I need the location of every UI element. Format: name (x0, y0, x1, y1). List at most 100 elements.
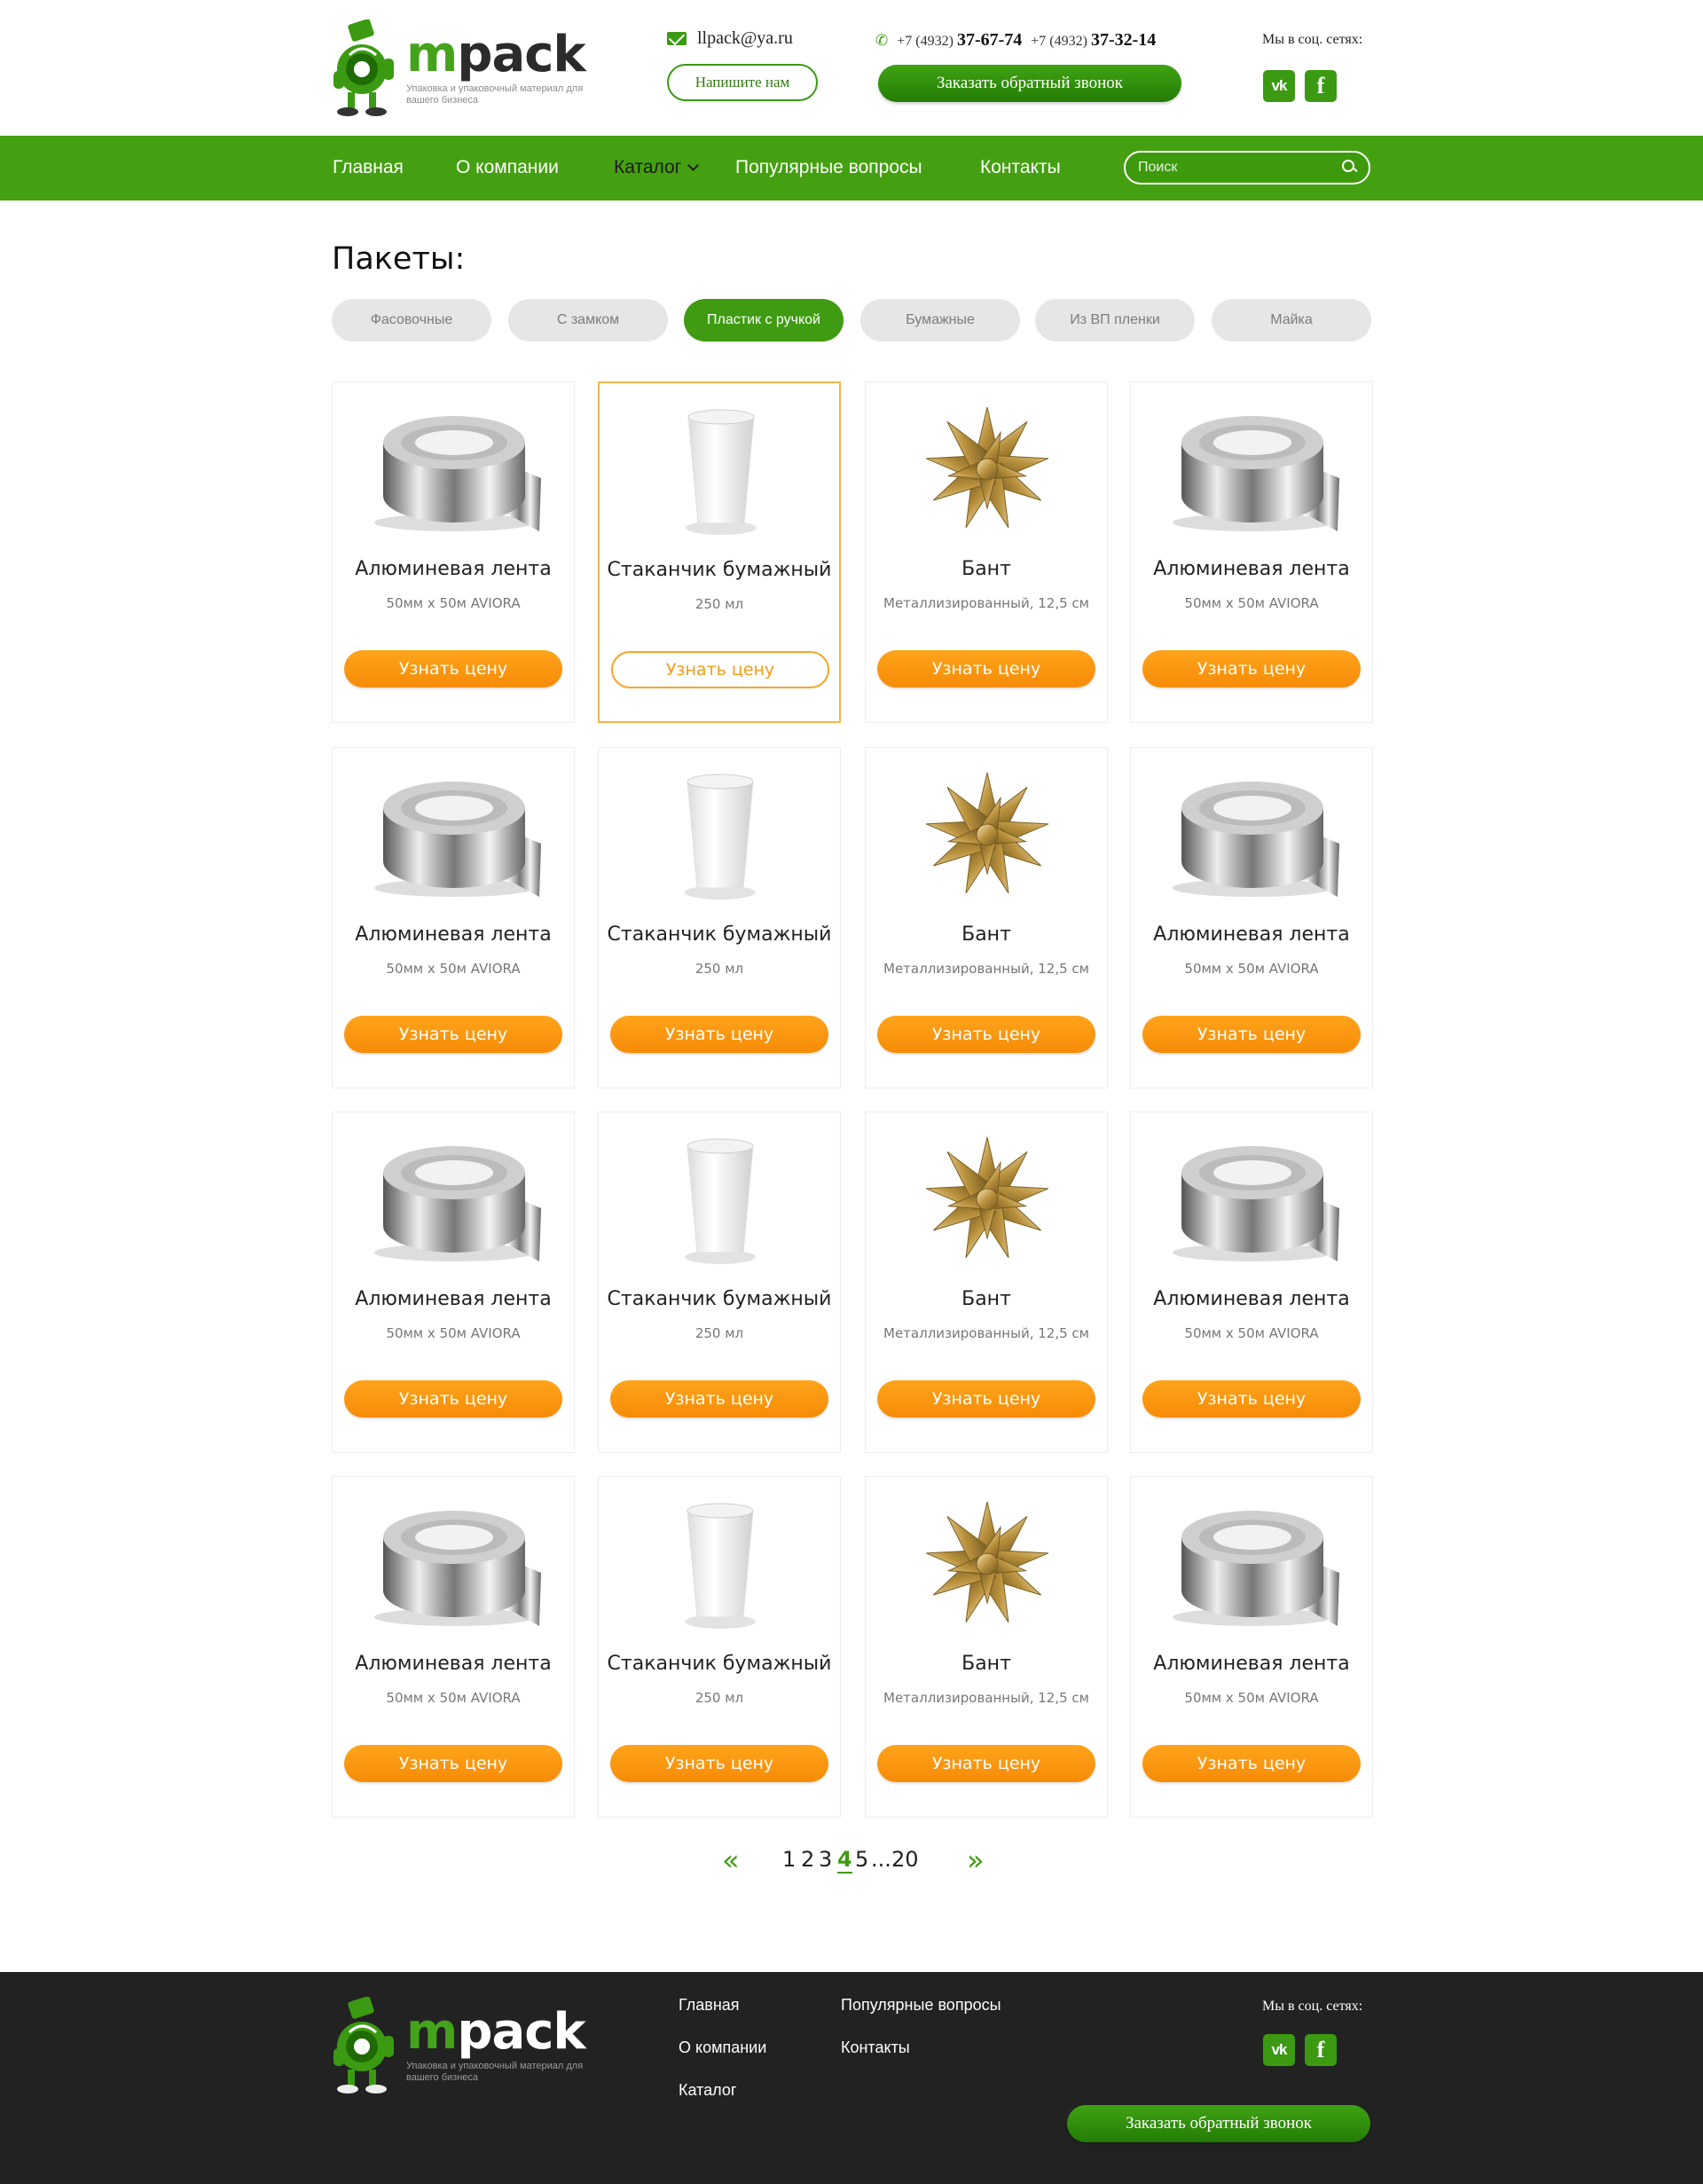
nav-item-faq[interactable]: Популярные вопросы (735, 157, 922, 178)
pagination: « 1 2 3 4 5 ... 20 » (0, 1843, 1703, 1879)
product-title[interactable]: Алюминевая лента (1131, 1288, 1372, 1310)
nav-item-about[interactable]: О компании (456, 157, 559, 178)
product-title[interactable]: Стаканчик бумажный (599, 1653, 840, 1675)
get-price-button[interactable]: Узнать цену (611, 651, 829, 688)
filter-chip[interactable]: С замком (508, 299, 668, 342)
prev-page-icon[interactable]: « (722, 1846, 740, 1874)
vk-icon[interactable]: vk (1263, 70, 1295, 102)
product-card[interactable]: Стаканчик бумажный 250 мл Узнать цену (598, 747, 841, 1088)
logo-tagline: Упаковка и упаковочный материал для ваше… (406, 2061, 584, 2083)
page-link[interactable]: 20 (891, 1847, 919, 1872)
filter-chip[interactable]: Майка (1212, 299, 1371, 342)
nav-item-catalog[interactable]: Каталог (614, 157, 700, 178)
email-link[interactable]: llpack@ya.ru (697, 28, 793, 49)
chevron-down-icon (687, 160, 700, 171)
get-price-button[interactable]: Узнать цену (1142, 1745, 1361, 1782)
nav-item-home[interactable]: Главная (333, 157, 404, 178)
footer-logo[interactable]: mpack Упаковка и упаковочный материал дл… (332, 1997, 586, 2094)
get-price-button[interactable]: Узнать цену (344, 1745, 562, 1782)
product-title[interactable]: Стаканчик бумажный (599, 1288, 840, 1310)
product-card[interactable]: Бант Металлизированный, 12,5 см Узнать цен… (865, 381, 1108, 723)
write-us-button[interactable]: Напишите нам (667, 64, 818, 101)
next-page-icon[interactable]: » (967, 1846, 985, 1874)
footer-callback-button[interactable]: Заказать обратный звонок (1067, 2105, 1370, 2142)
mail-icon (667, 32, 687, 45)
aluminum-tape-image (1164, 764, 1341, 906)
product-subtitle: 250 мл (695, 1325, 744, 1341)
product-card[interactable]: Бант Металлизированный, 12,5 см Узнать цен… (865, 747, 1108, 1088)
phone-1[interactable]: +7 (4932) 37-67-74 (897, 30, 1022, 51)
product-card[interactable]: Стаканчик бумажный 250 мл Узнать цену (598, 1112, 841, 1453)
footer-link-faq[interactable]: Популярные вопросы (841, 1996, 1001, 2015)
product-card[interactable]: Стаканчик бумажный 250 мл Узнать цену (598, 1476, 841, 1818)
product-card[interactable]: Алюминевая лента 50мм х 50м AVIORA Узнать … (1130, 1112, 1373, 1453)
footer-link-contacts[interactable]: Контакты (841, 2039, 910, 2057)
get-price-button[interactable]: Узнать цену (610, 1745, 828, 1782)
product-title[interactable]: Стаканчик бумажный (600, 559, 839, 581)
product-title[interactable]: Алюминевая лента (1131, 558, 1372, 580)
get-price-button[interactable]: Узнать цену (344, 1380, 562, 1418)
filter-chip[interactable]: Бумажные (860, 299, 1020, 342)
mascot-icon (334, 1997, 394, 2094)
product-title[interactable]: Алюминевая лента (333, 1288, 574, 1310)
product-title[interactable]: Бант (866, 1653, 1107, 1675)
get-price-button[interactable]: Узнать цену (344, 650, 562, 687)
get-price-button[interactable]: Узнать цену (877, 1016, 1095, 1053)
product-card[interactable]: Алюминевая лента 50мм х 50м AVIORA Узнать … (332, 381, 575, 723)
product-subtitle: 250 мл (695, 596, 744, 612)
page-link[interactable]: 3 (819, 1847, 832, 1872)
product-title[interactable]: Бант (866, 1288, 1107, 1310)
nav-item-contacts[interactable]: Контакты (980, 157, 1061, 178)
search-input[interactable] (1138, 158, 1324, 177)
logo[interactable]: mpack Упаковка и упаковочный материал дл… (332, 20, 586, 117)
product-title[interactable]: Алюминевая лента (1131, 1653, 1372, 1675)
product-title[interactable]: Алюминевая лента (333, 923, 574, 946)
gift-bow-image (899, 398, 1076, 540)
product-card[interactable]: Алюминевая лента 50мм х 50м AVIORA Узнать … (332, 1112, 575, 1453)
get-price-button[interactable]: Узнать цену (877, 650, 1095, 687)
product-card[interactable]: Алюминевая лента 50мм х 50м AVIORA Узнать … (1130, 381, 1373, 723)
paper-cup-image (632, 764, 809, 906)
get-price-button[interactable]: Узнать цену (1142, 1380, 1361, 1418)
search-icon[interactable] (1342, 160, 1356, 174)
product-subtitle: Металлизированный, 12,5 см (883, 1325, 1089, 1341)
page-link[interactable]: 5 (855, 1847, 868, 1872)
product-card[interactable]: Бант Металлизированный, 12,5 см Узнать цен… (865, 1476, 1108, 1818)
get-price-button[interactable]: Узнать цену (877, 1745, 1095, 1782)
get-price-button[interactable]: Узнать цену (344, 1016, 562, 1053)
product-card[interactable]: Алюминевая лента 50мм х 50м AVIORA Узнать … (332, 747, 575, 1088)
facebook-icon[interactable]: f (1305, 70, 1337, 102)
product-card[interactable]: Алюминевая лента 50мм х 50м AVIORA Узнать … (1130, 1476, 1373, 1818)
product-card[interactable]: Алюминевая лента 50мм х 50м AVIORA Узнать … (332, 1476, 575, 1818)
callback-button[interactable]: Заказать обратный звонок (878, 65, 1181, 102)
filter-chip[interactable]: Фасовочные (332, 299, 491, 342)
get-price-button[interactable]: Узнать цену (877, 1380, 1095, 1418)
aluminum-tape-image (1164, 398, 1341, 540)
paper-cup-image (632, 399, 810, 541)
footer-link-home[interactable]: Главная (679, 1996, 740, 2015)
product-title[interactable]: Бант (866, 923, 1107, 946)
page-link[interactable]: 2 (801, 1847, 814, 1872)
product-card[interactable]: Стаканчик бумажный 250 мл Узнать цену (598, 381, 841, 723)
product-title[interactable]: Алюминевая лента (333, 558, 574, 580)
filter-chip[interactable]: Из ВП пленки (1035, 299, 1195, 342)
site-footer: mpack Упаковка и упаковочный материал дл… (0, 1972, 1703, 2184)
product-title[interactable]: Бант (866, 558, 1107, 580)
vk-icon[interactable]: vk (1263, 2034, 1295, 2066)
page-link[interactable]: 1 (782, 1847, 796, 1872)
facebook-icon[interactable]: f (1305, 2034, 1337, 2066)
product-card[interactable]: Алюминевая лента 50мм х 50м AVIORA Узнать … (1130, 747, 1373, 1088)
get-price-button[interactable]: Узнать цену (610, 1016, 828, 1053)
footer-link-catalog[interactable]: Каталог (679, 2081, 736, 2100)
footer-link-about[interactable]: О компании (679, 2039, 766, 2057)
phone-2[interactable]: +7 (4932) 37-32-14 (1031, 30, 1156, 51)
product-title[interactable]: Стаканчик бумажный (599, 923, 840, 946)
filter-chip-active[interactable]: Пластик с ручкой (684, 299, 844, 342)
get-price-button[interactable]: Узнать цену (610, 1380, 828, 1418)
get-price-button[interactable]: Узнать цену (1142, 1016, 1361, 1053)
product-card[interactable]: Бант Металлизированный, 12,5 см Узнать цен… (865, 1112, 1108, 1453)
get-price-button[interactable]: Узнать цену (1142, 650, 1361, 687)
page-link-current[interactable]: 4 (837, 1847, 852, 1874)
product-title[interactable]: Алюминевая лента (333, 1653, 574, 1675)
product-title[interactable]: Алюминевая лента (1131, 923, 1372, 946)
